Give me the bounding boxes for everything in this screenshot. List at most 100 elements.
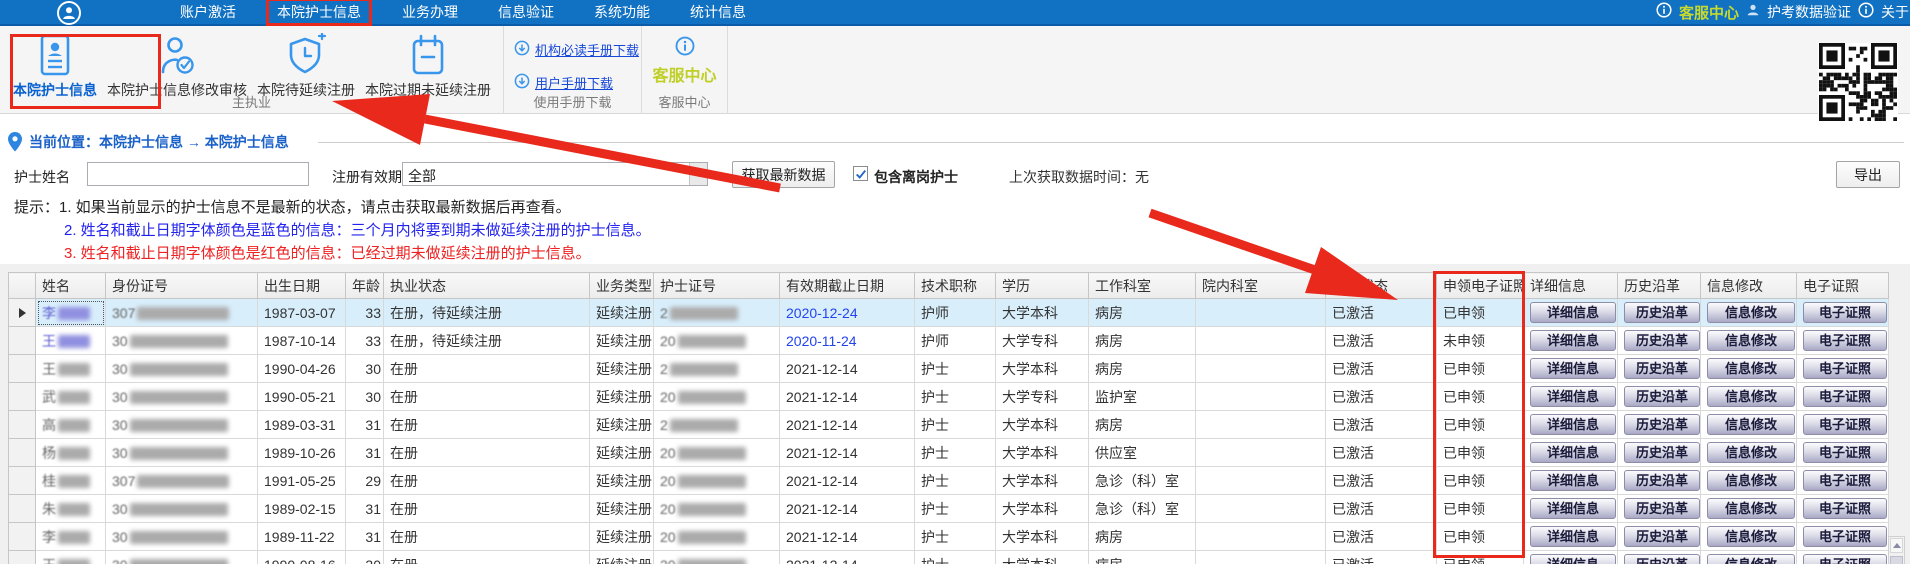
- column-header[interactable]: 信息修改: [1701, 273, 1797, 299]
- menu-item[interactable]: 统计信息: [680, 0, 756, 24]
- exam-verify-link[interactable]: 护考数据验证: [1767, 2, 1851, 22]
- column-header[interactable]: 电子证照: [1797, 273, 1889, 299]
- detail-button[interactable]: 详细信息: [1530, 386, 1616, 407]
- toolbar-item[interactable]: 本院过期未延续注册: [360, 32, 496, 100]
- history-button[interactable]: 历史沿革: [1624, 470, 1700, 491]
- table-row[interactable]: 杨301989-10-2631在册延续注册202021-12-14护士大学本科供…: [9, 439, 1889, 467]
- elicense-button[interactable]: 电子证照: [1803, 554, 1887, 564]
- table-row[interactable]: 王301990-04-2630在册延续注册22021-12-14护士大学本科病房…: [9, 355, 1889, 383]
- elicense-button[interactable]: 电子证照: [1803, 470, 1887, 491]
- column-header[interactable]: 工作科室: [1089, 273, 1196, 299]
- column-header[interactable]: 申领电子证照: [1437, 273, 1524, 299]
- about-link[interactable]: 关于: [1881, 2, 1909, 22]
- scroll-up-button[interactable]: [1890, 538, 1903, 553]
- history-button[interactable]: 历史沿革: [1624, 554, 1700, 564]
- history-button[interactable]: 历史沿革: [1624, 330, 1700, 351]
- detail-button[interactable]: 详细信息: [1530, 302, 1616, 323]
- support-center-link[interactable]: 客服中心: [1679, 2, 1739, 23]
- menu-item[interactable]: 系统功能: [584, 0, 660, 24]
- elicense-button[interactable]: 电子证照: [1803, 498, 1887, 519]
- modify-button[interactable]: 信息修改: [1707, 302, 1795, 323]
- manual-download-link[interactable]: 用户手册下载: [514, 73, 641, 92]
- detail-button[interactable]: 详细信息: [1530, 554, 1616, 564]
- detail-button[interactable]: 详细信息: [1530, 442, 1616, 463]
- column-header[interactable]: 历史沿革: [1618, 273, 1701, 299]
- detail-button[interactable]: 详细信息: [1530, 498, 1616, 519]
- menu-item[interactable]: 业务办理: [392, 0, 468, 24]
- export-button[interactable]: 导出: [1836, 161, 1900, 188]
- history-button[interactable]: 历史沿革: [1624, 358, 1700, 379]
- modify-button[interactable]: 信息修改: [1707, 330, 1795, 351]
- column-header[interactable]: 身份证号: [106, 273, 258, 299]
- modify-button[interactable]: 信息修改: [1707, 498, 1795, 519]
- detail-button[interactable]: 详细信息: [1530, 414, 1616, 435]
- cell-business-type: 延续注册: [590, 495, 654, 523]
- table-row[interactable]: 王301990-08-1630在册延续注册202021-12-14护士大学本科病…: [9, 551, 1889, 564]
- menu-item[interactable]: 信息验证: [488, 0, 564, 24]
- elicense-button[interactable]: 电子证照: [1803, 442, 1887, 463]
- column-header[interactable]: 有效期截止日期: [780, 273, 915, 299]
- toolbar-item[interactable]: 本院护士信息: [8, 32, 102, 100]
- column-header[interactable]: 年龄: [346, 273, 384, 299]
- modify-button[interactable]: 信息修改: [1707, 526, 1795, 547]
- menu-item[interactable]: 本院护士信息: [266, 0, 372, 26]
- modify-button[interactable]: 信息修改: [1707, 442, 1795, 463]
- table-row[interactable]: 武301990-05-2130在册延续注册202021-12-14护士大学专科监…: [9, 383, 1889, 411]
- column-header[interactable]: 详细信息: [1524, 273, 1618, 299]
- modify-button[interactable]: 信息修改: [1707, 554, 1795, 564]
- table-row[interactable]: 桂3071991-05-2529在册延续注册202021-12-14护士大学本科…: [9, 467, 1889, 495]
- table-row[interactable]: 高301989-03-3131在册延续注册22021-12-14护士大学本科病房…: [9, 411, 1889, 439]
- table-row[interactable]: 王301987-10-1433在册，待延续注册延续注册202020-11-24护…: [9, 327, 1889, 355]
- history-button[interactable]: 历史沿革: [1624, 302, 1700, 323]
- column-header[interactable]: 业务类型: [590, 273, 654, 299]
- manual-download-link[interactable]: 机构必读手册下载: [514, 40, 641, 59]
- column-header[interactable]: 院内科室: [1196, 273, 1326, 299]
- detail-button[interactable]: 详细信息: [1530, 330, 1616, 351]
- scrollbar-thumb[interactable]: [1890, 556, 1903, 564]
- cell-expiry-date: 2020-11-24: [780, 327, 915, 355]
- user-avatar-icon[interactable]: [57, 1, 81, 25]
- column-header[interactable]: 护士证号: [654, 273, 780, 299]
- toolbar-item[interactable]: 本院护士信息修改审核: [102, 32, 252, 100]
- redacted-name: [58, 363, 90, 376]
- support-center-button[interactable]: 客服中心: [642, 62, 727, 86]
- column-header[interactable]: 出生日期: [258, 273, 346, 299]
- menu-item[interactable]: 账户激活: [170, 0, 246, 24]
- column-header[interactable]: 技术职称: [915, 273, 996, 299]
- detail-button[interactable]: 详细信息: [1530, 526, 1616, 547]
- redacted-id: [130, 531, 228, 544]
- elicense-button[interactable]: 电子证照: [1803, 302, 1887, 323]
- validity-select[interactable]: 全部: [402, 162, 708, 186]
- history-button[interactable]: 历史沿革: [1624, 414, 1700, 435]
- dropdown-button[interactable]: [689, 163, 707, 185]
- column-header[interactable]: 执业状态: [384, 273, 590, 299]
- elicense-button[interactable]: 电子证照: [1803, 330, 1887, 351]
- modify-button[interactable]: 信息修改: [1707, 414, 1795, 435]
- history-button[interactable]: 历史沿革: [1624, 386, 1700, 407]
- modify-button[interactable]: 信息修改: [1707, 386, 1795, 407]
- column-header[interactable]: 学历: [996, 273, 1089, 299]
- history-button[interactable]: 历史沿革: [1624, 526, 1700, 547]
- table-row[interactable]: 李301989-11-2231在册延续注册202021-12-14护士大学本科病…: [9, 523, 1889, 551]
- cell-practice-status: 在册: [384, 355, 590, 383]
- modify-button[interactable]: 信息修改: [1707, 358, 1795, 379]
- history-button[interactable]: 历史沿革: [1624, 498, 1700, 519]
- toolbar-item[interactable]: 本院待延续注册: [252, 32, 360, 100]
- cell-action: 详细信息: [1524, 327, 1618, 355]
- modify-button[interactable]: 信息修改: [1707, 470, 1795, 491]
- detail-button[interactable]: 详细信息: [1530, 470, 1616, 491]
- include-offpost-checkbox[interactable]: [853, 166, 868, 181]
- elicense-button[interactable]: 电子证照: [1803, 414, 1887, 435]
- detail-button[interactable]: 详细信息: [1530, 358, 1616, 379]
- table-row[interactable]: 朱301989-02-1531在册延续注册202021-12-14护士大学本科急…: [9, 495, 1889, 523]
- elicense-button[interactable]: 电子证照: [1803, 526, 1887, 547]
- column-header[interactable]: 账户状态: [1326, 273, 1437, 299]
- elicense-button[interactable]: 电子证照: [1803, 358, 1887, 379]
- cell-hospital-department: [1196, 327, 1326, 355]
- column-header[interactable]: 姓名: [36, 273, 106, 299]
- history-button[interactable]: 历史沿革: [1624, 442, 1700, 463]
- nurse-name-input[interactable]: [87, 162, 309, 186]
- elicense-button[interactable]: 电子证照: [1803, 386, 1887, 407]
- table-row[interactable]: 李3071987-03-0733在册，待延续注册延续注册22020-12-24护…: [9, 299, 1889, 327]
- refresh-data-button[interactable]: 获取最新数据: [732, 161, 835, 188]
